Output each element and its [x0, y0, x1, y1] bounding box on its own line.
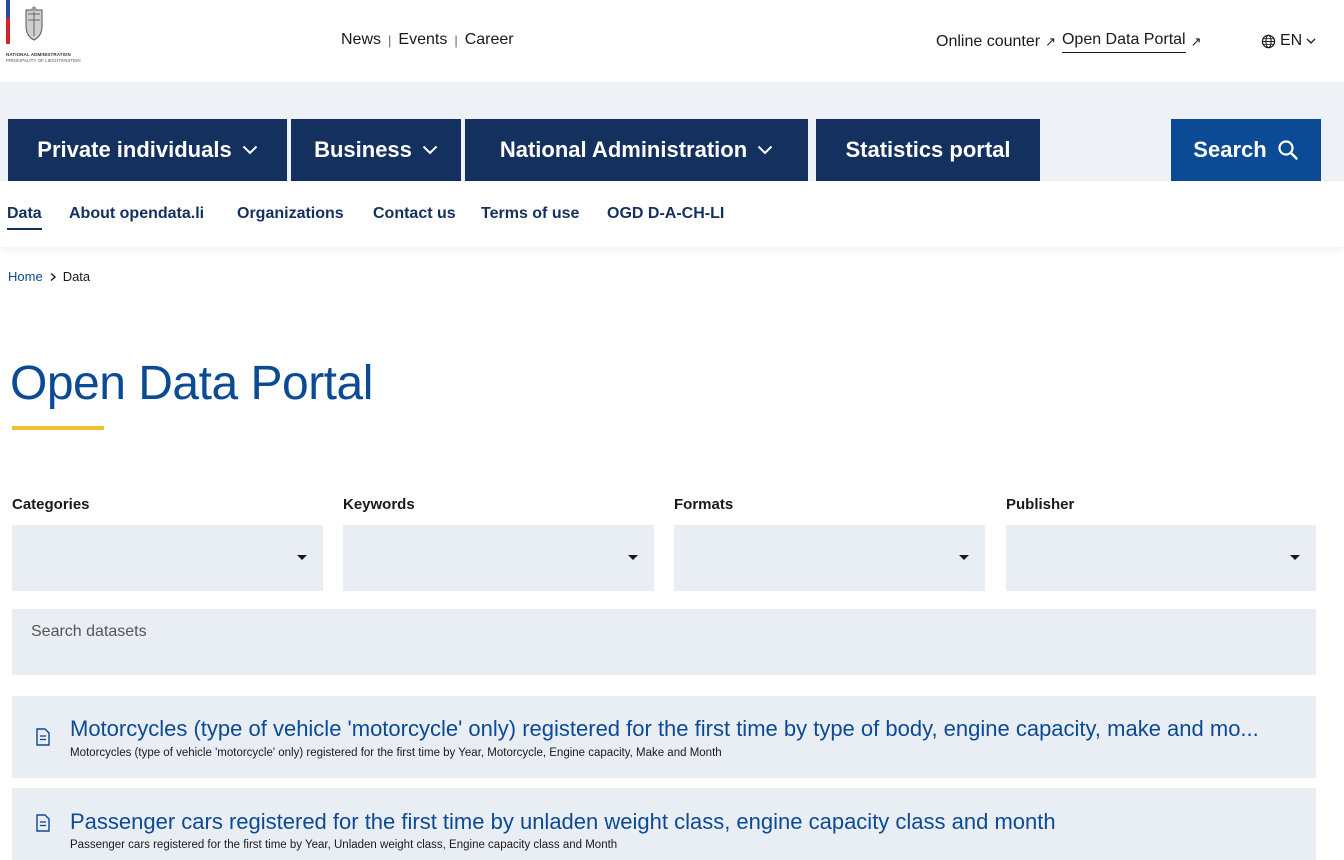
- nav-label: Statistics portal: [845, 137, 1011, 162]
- nav-label: National Administration: [499, 137, 748, 162]
- top-link-news[interactable]: News: [341, 31, 381, 49]
- subnav-about[interactable]: About opendata.li: [69, 205, 204, 223]
- online-counter-link[interactable]: Online counter: [936, 33, 1040, 51]
- globe-icon: [1261, 34, 1276, 48]
- chevron-down-icon: [757, 145, 773, 155]
- logo-text-line2: PRINCIPALITY OF LIECHTENSTEIN: [6, 58, 81, 63]
- result-description: Motorcycles (type of vehicle 'motorcycle…: [70, 747, 722, 759]
- open-data-portal-link[interactable]: Open Data Portal: [1061, 31, 1186, 53]
- subnav-terms[interactable]: Terms of use: [481, 205, 579, 223]
- caret-down-icon: [959, 555, 969, 560]
- language-label: EN: [1280, 32, 1303, 49]
- search-icon: [1278, 140, 1298, 160]
- caret-down-icon: [297, 555, 307, 560]
- page-title: Open Data Portal: [10, 357, 373, 410]
- document-icon: [36, 814, 50, 832]
- nav-statistics-portal[interactable]: Statistics portal: [816, 119, 1040, 181]
- publisher-label: Publisher: [1006, 496, 1075, 513]
- top-link-career[interactable]: Career: [465, 31, 514, 49]
- categories-label: Categories: [12, 496, 90, 513]
- nav-private-individuals[interactable]: Private individuals: [8, 119, 287, 181]
- list-item[interactable]: Motorcycles (type of vehicle 'motorcycle…: [12, 696, 1316, 778]
- breadcrumb: Home Data: [8, 269, 90, 284]
- separator: |: [388, 32, 392, 48]
- list-item[interactable]: Passenger cars registered for the first …: [12, 788, 1316, 860]
- top-link-events[interactable]: Events: [398, 31, 447, 49]
- external-arrow-icon: ↗: [1190, 34, 1202, 49]
- nav-label: Business: [314, 137, 412, 162]
- document-icon: [36, 728, 50, 746]
- result-description: Passenger cars registered for the first …: [70, 839, 618, 851]
- subnav-contact[interactable]: Contact us: [373, 205, 456, 223]
- title-underline: [12, 426, 104, 430]
- search-label: Search: [1193, 137, 1267, 162]
- categories-select[interactable]: [12, 525, 323, 591]
- breadcrumb-current: Data: [62, 269, 91, 284]
- language-switcher[interactable]: EN: [1261, 32, 1320, 50]
- search-button[interactable]: Search: [1171, 119, 1321, 181]
- subnav-organizations[interactable]: Organizations: [237, 205, 344, 223]
- external-links: Online counter ↗ Open Data Portal ↗: [936, 31, 1208, 53]
- formats-label: Formats: [674, 496, 734, 513]
- chevron-down-icon: [1306, 38, 1316, 44]
- subnav-data[interactable]: Data: [7, 205, 42, 230]
- formats-select[interactable]: [674, 525, 985, 591]
- publisher-select[interactable]: [1006, 525, 1316, 591]
- result-title[interactable]: Motorcycles (type of vehicle 'motorcycle…: [70, 716, 1259, 742]
- dataset-search-input[interactable]: Search datasets: [12, 609, 1316, 675]
- chevron-down-icon: [242, 145, 257, 155]
- sub-navigation: Data About opendata.li Organizations Con…: [0, 181, 1344, 247]
- breadcrumb-home[interactable]: Home: [8, 269, 43, 284]
- result-title[interactable]: Passenger cars registered for the first …: [70, 809, 1056, 835]
- search-placeholder: Search datasets: [31, 623, 147, 640]
- external-arrow-icon: ↗: [1045, 34, 1056, 49]
- nav-national-administration[interactable]: National Administration: [465, 119, 808, 181]
- separator: |: [454, 32, 458, 48]
- top-bar: NATIONAL ADMINISTRATION PRINCIPALITY OF …: [0, 0, 1344, 82]
- keywords-select[interactable]: [343, 525, 654, 591]
- subnav-ogd[interactable]: OGD D-A-CH-LI: [607, 205, 724, 223]
- keywords-label: Keywords: [343, 496, 415, 513]
- chevron-right-icon: [50, 272, 56, 281]
- top-links: News | Events | Career: [341, 31, 514, 49]
- logo-text-line1: NATIONAL ADMINISTRATION: [6, 52, 71, 57]
- flag-red-stripe: [6, 18, 10, 44]
- caret-down-icon: [628, 555, 638, 560]
- coat-of-arms-icon: [25, 6, 43, 41]
- site-logo[interactable]: NATIONAL ADMINISTRATION PRINCIPALITY OF …: [0, 0, 120, 70]
- caret-down-icon: [1290, 555, 1300, 560]
- nav-label: Private individuals: [37, 137, 232, 162]
- nav-business[interactable]: Business: [291, 119, 461, 181]
- chevron-down-icon: [422, 145, 438, 155]
- flag-blue-stripe: [6, 0, 10, 18]
